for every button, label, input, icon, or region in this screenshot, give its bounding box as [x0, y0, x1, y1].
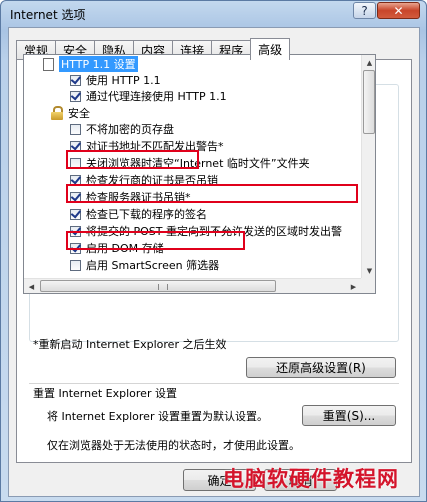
- list-item-http11-section[interactable]: HTTP 1.1 设置: [43, 56, 138, 72]
- vertical-scrollbar[interactable]: ▲ ▼: [361, 55, 375, 278]
- list-item-label: 不将加密的页存盘: [86, 123, 174, 136]
- list-item-dom-storage[interactable]: 启用 DOM 存储: [70, 240, 164, 256]
- scroll-up-icon[interactable]: ▲: [362, 55, 375, 70]
- internet-options-window: Internet 选项 ? ✕ 常规 安全 隐私 内容 连接 程序 高级 设置 …: [0, 0, 427, 502]
- checkbox[interactable]: [70, 208, 81, 220]
- list-item-label: 对证书地址不匹配发出警告*: [86, 140, 224, 153]
- tab-advanced[interactable]: 高级: [250, 38, 291, 60]
- list-item-check-publisher-revocation[interactable]: 检查发行商的证书是否吊销: [70, 172, 218, 188]
- list-item-security-section[interactable]: 安全: [51, 105, 90, 121]
- folder-icon: [43, 57, 54, 71]
- reset-button[interactable]: 重置(S)...: [302, 405, 396, 426]
- lock-icon: [51, 106, 63, 120]
- checkbox[interactable]: [70, 225, 81, 237]
- checkbox[interactable]: [70, 140, 81, 152]
- checkbox[interactable]: [70, 90, 81, 102]
- checkbox[interactable]: [70, 157, 81, 169]
- horizontal-scroll-thumb[interactable]: [40, 280, 276, 292]
- list-item-label: 使用 HTTP 1.1: [86, 74, 161, 87]
- grip-icon: [158, 284, 168, 290]
- scroll-left-icon[interactable]: ◀: [24, 279, 39, 293]
- horizontal-scrollbar[interactable]: ◀ ▶: [24, 278, 361, 293]
- help-button[interactable]: ?: [353, 2, 376, 19]
- list-item-check-server-revocation[interactable]: 检查服务器证书吊销*: [70, 189, 191, 205]
- list-item-cert-mismatch-warning[interactable]: 对证书地址不匹配发出警告*: [70, 138, 224, 154]
- checkbox[interactable]: [70, 74, 81, 86]
- list-item-empty-temp-files[interactable]: 关闭浏览器时清空“Internet 临时文件”文件夹: [70, 155, 310, 171]
- scroll-corner: [361, 278, 375, 293]
- title-bar[interactable]: Internet 选项 ? ✕: [1, 1, 426, 27]
- list-item-label: 安全: [68, 107, 90, 120]
- list-item-post-redirect-warning[interactable]: 将提交的 POST 重定向到不允许发送的区域时发出警: [70, 223, 342, 239]
- divider: [29, 383, 399, 384]
- settings-list[interactable]: HTTP 1.1 设置 使用 HTTP 1.1 通过代理连接使用 HTTP 1.…: [23, 54, 376, 294]
- close-button[interactable]: ✕: [377, 2, 420, 19]
- reset-hint: 仅在浏览器处于无法使用的状态时，才使用此设置。: [47, 439, 300, 452]
- checkbox[interactable]: [70, 123, 81, 135]
- checkbox[interactable]: [70, 259, 81, 271]
- vertical-scroll-thumb[interactable]: [363, 70, 375, 134]
- restore-advanced-button[interactable]: 还原高级设置(R): [246, 357, 396, 378]
- list-item-label: 关闭浏览器时清空“Internet 临时文件”文件夹: [86, 157, 310, 170]
- list-item-label: 检查已下载的程序的签名: [86, 208, 207, 221]
- list-item-label: 检查服务器证书吊销*: [86, 191, 191, 204]
- reset-heading: 重置 Internet Explorer 设置: [33, 387, 177, 400]
- list-item-label: 将提交的 POST 重定向到不允许发送的区域时发出警: [86, 225, 342, 238]
- watermark: 电脑软硬件教程网: [223, 467, 399, 491]
- checkbox[interactable]: [70, 191, 81, 203]
- list-item-label: HTTP 1.1 设置: [59, 56, 138, 72]
- window-title: Internet 选项: [10, 8, 86, 22]
- list-item-label: 检查发行商的证书是否吊销: [86, 174, 218, 187]
- list-item-smartscreen[interactable]: 启用 SmartScreen 筛选器: [70, 257, 219, 273]
- restart-note: *重新启动 Internet Explorer 之后生效: [33, 338, 227, 351]
- list-item-check-download-signature[interactable]: 检查已下载的程序的签名: [70, 206, 207, 222]
- list-item-no-save-encrypted[interactable]: 不将加密的页存盘: [70, 121, 174, 137]
- checkbox[interactable]: [70, 174, 81, 186]
- list-item-proxy-http11[interactable]: 通过代理连接使用 HTTP 1.1: [70, 88, 227, 104]
- list-item-label: 启用 SmartScreen 筛选器: [86, 259, 220, 272]
- list-item-label: 启用 DOM 存储: [86, 242, 164, 255]
- scroll-right-icon[interactable]: ▶: [346, 279, 361, 293]
- scroll-down-icon[interactable]: ▼: [362, 263, 375, 278]
- settings-rows: HTTP 1.1 设置 使用 HTTP 1.1 通过代理连接使用 HTTP 1.…: [24, 55, 361, 278]
- checkbox[interactable]: [70, 242, 81, 254]
- list-item-label: 通过代理连接使用 HTTP 1.1: [86, 90, 227, 103]
- list-item-use-http11[interactable]: 使用 HTTP 1.1: [70, 72, 161, 88]
- reset-description: 将 Internet Explorer 设置重置为默认设置。: [47, 410, 268, 423]
